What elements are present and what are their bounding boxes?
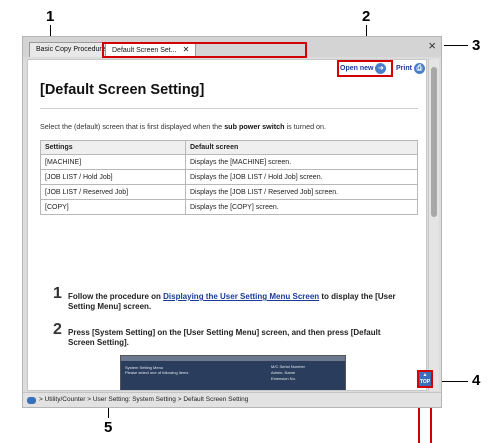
screenshot-info-3: Extension No. <box>271 376 296 381</box>
intro-text: Select the (default) screen that is firs… <box>40 122 326 131</box>
printer-icon: ⎙ <box>413 63 425 74</box>
table-cell: Displays the [COPY] screen. <box>185 199 418 215</box>
print-button[interactable]: Print ⎙ <box>396 63 425 74</box>
table-cell: Displays the [MACHINE] screen. <box>185 154 418 170</box>
table-cell: Displays the [JOB LIST / Reserved Job] s… <box>185 184 418 200</box>
vertical-scrollbar[interactable] <box>428 59 439 391</box>
step-text-start: Follow the procedure on <box>68 292 164 301</box>
column-header-settings: Settings <box>40 140 186 155</box>
top-label: TOP <box>419 379 431 385</box>
embedded-screenshot: System Setting Menu Please select one of… <box>120 355 346 390</box>
open-new-highlight-box <box>337 60 393 77</box>
window-close-icon[interactable]: × <box>428 38 436 54</box>
table-cell: [JOB LIST / Hold Job] <box>40 169 186 185</box>
intro-text-bold: sub power switch <box>224 122 285 131</box>
step-number: 2 <box>53 321 62 338</box>
table-cell: [COPY] <box>40 199 186 215</box>
table-row: [JOB LIST / Hold Job] Displays the [JOB … <box>40 169 418 185</box>
help-content: Open new ➜ Print ⎙ [Default Screen Setti… <box>27 59 427 391</box>
scrollbar-thumb[interactable] <box>431 67 437 217</box>
settings-table: Settings Default screen [MACHINE] Displa… <box>40 140 418 215</box>
speech-bubble-icon <box>27 396 36 404</box>
screenshot-menu-title: System Setting Menu Please select one of… <box>125 365 188 375</box>
breadcrumb: > Utility/Counter > User Setting: System… <box>23 392 441 407</box>
screenshot-title-bar <box>121 356 345 361</box>
step-number: 1 <box>53 285 62 302</box>
table-cell: Displays the [JOB LIST / Hold Job] scree… <box>185 169 418 185</box>
callout-1: 1 <box>46 8 55 25</box>
screenshot-info: M/C Serial Number Admin. Name Extension … <box>271 364 305 382</box>
table-cell: [JOB LIST / Reserved Job] <box>40 184 186 200</box>
page-title: [Default Screen Setting] <box>40 82 205 98</box>
print-label: Print <box>396 65 412 72</box>
step-text: Follow the procedure on Displaying the U… <box>68 292 398 312</box>
intro-text-start: Select the (default) screen that is firs… <box>40 122 225 131</box>
tab-highlight-box <box>102 42 307 58</box>
back-to-top-button[interactable]: ▲ TOP <box>417 370 433 388</box>
table-header-row: Settings Default screen <box>40 140 418 155</box>
title-divider <box>40 108 418 109</box>
help-window: Basic Copy Procedure Default Screen Set.… <box>22 36 442 408</box>
step-text: Press [System Setting] on the [User Sett… <box>68 328 381 347</box>
table-row: [JOB LIST / Reserved Job] Displays the [… <box>40 184 418 200</box>
user-setting-menu-link[interactable]: Displaying the User Setting Menu Screen <box>163 292 319 301</box>
tab-basic-copy-procedure[interactable]: Basic Copy Procedure <box>29 42 113 57</box>
column-header-default-screen: Default screen <box>185 140 418 155</box>
breadcrumb-path[interactable]: > Utility/Counter > User Setting: System… <box>39 393 248 407</box>
table-row: [COPY] Displays the [COPY] screen. <box>40 199 418 215</box>
callout-4: 4 <box>472 372 481 389</box>
intro-text-end: is turned on. <box>284 122 327 131</box>
callout-5: 5 <box>104 419 113 436</box>
leader-line-3 <box>444 45 468 46</box>
arrow-up-icon: ▲ <box>422 372 428 378</box>
screenshot-line-2: Please select one of following items <box>125 370 189 375</box>
callout-3: 3 <box>472 37 481 54</box>
table-cell: [MACHINE] <box>40 154 186 170</box>
table-row: [MACHINE] Displays the [MACHINE] screen. <box>40 154 418 170</box>
callout-2: 2 <box>362 8 371 25</box>
tab-label: Basic Copy Procedure <box>36 46 106 53</box>
